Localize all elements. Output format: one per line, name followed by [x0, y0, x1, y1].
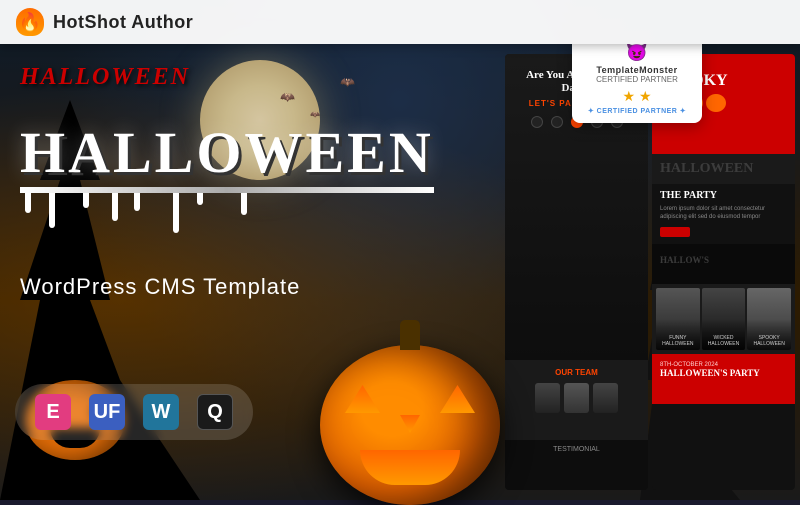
badge-subtitle: CERTIFIED PARTNER: [584, 75, 690, 84]
preview-team-title: OUR TEAM: [513, 368, 640, 377]
badge-stars: ★ ★: [584, 88, 690, 105]
small-logo-text: HALLOWEEN: [20, 64, 190, 90]
preview-gallery: FUNNY HALLOWEEN WICKED HALLOWEEN SPOOKY …: [652, 284, 795, 354]
right-panel: 😈 TemplateMonster CERTIFIED PARTNER ★ ★ …: [500, 44, 800, 500]
pumpkin-icon: [706, 94, 726, 112]
template-monster-badge: 😈 TemplateMonster CERTIFIED PARTNER ★ ★ …: [572, 44, 702, 123]
preview-testimonial: TESTIMONIAL: [505, 440, 648, 490]
logo-icon: [15, 7, 45, 37]
flame-icon: [16, 8, 44, 36]
ux-builder-icon: UF: [89, 394, 125, 430]
subtitle-text: WordPress CMS Template: [20, 274, 300, 299]
small-logo: HALLOWEEN: [20, 64, 190, 91]
gallery-item: WICKED HALLOWEEN: [702, 288, 746, 350]
quiz-icon: Q: [197, 394, 233, 430]
gallery-label: FUNNY HALLOWEEN: [658, 335, 698, 347]
wordpress-icon: W: [143, 394, 179, 430]
gallery-item: FUNNY HALLOWEEN: [656, 288, 700, 350]
wordpress-subtitle: WordPress CMS Template: [20, 274, 300, 300]
halloween-banner-text: HALLOWEEN: [660, 161, 753, 176]
team-member: [593, 383, 618, 413]
party-title: THE PARTY: [660, 190, 787, 201]
badge-icon: 😈: [584, 44, 690, 63]
preview-team: OUR TEAM: [505, 360, 648, 440]
certified-label: ✦ CERTIFIED PARTNER ✦: [584, 107, 690, 115]
big-title: HALLOWEEN: [20, 124, 434, 193]
header-title: HotShot Author: [53, 12, 193, 33]
team-member: [535, 383, 560, 413]
footer-title: HALLOWEEN'S PARTY: [660, 368, 787, 378]
testimonial-label: TESTIMONIAL: [511, 446, 642, 453]
preview-party: THE PARTY Lorem ipsum dolor sit amet con…: [652, 184, 795, 244]
header-bar: HotShot Author: [0, 0, 800, 44]
preview-team-members: [513, 383, 640, 413]
events-label: HALLOW'S: [660, 255, 709, 265]
preview-events: HALLOW'S: [652, 244, 795, 284]
team-member: [564, 383, 589, 413]
preview-halloween-banner: HALLOWEEN: [652, 154, 795, 184]
pumpkin-center-decoration: [310, 320, 510, 500]
preview-footer: 8TH-OCTOBER 2024 HALLOWEEN'S PARTY: [652, 354, 795, 404]
gallery-item: SPOOKY HALLOWEEN: [747, 288, 791, 350]
gallery-label: WICKED HALLOWEEN: [704, 335, 744, 347]
elementor-icon: E: [35, 394, 71, 430]
star-icon: ★: [639, 88, 652, 105]
gallery-label: SPOOKY HALLOWEEN: [749, 335, 789, 347]
drips-decoration: [20, 193, 434, 233]
big-halloween-section: HALLOWEEN: [20, 124, 434, 233]
badge-title: TemplateMonster: [584, 65, 690, 75]
tech-bar: E UF W Q: [15, 384, 253, 440]
star-icon: ★: [622, 88, 635, 105]
